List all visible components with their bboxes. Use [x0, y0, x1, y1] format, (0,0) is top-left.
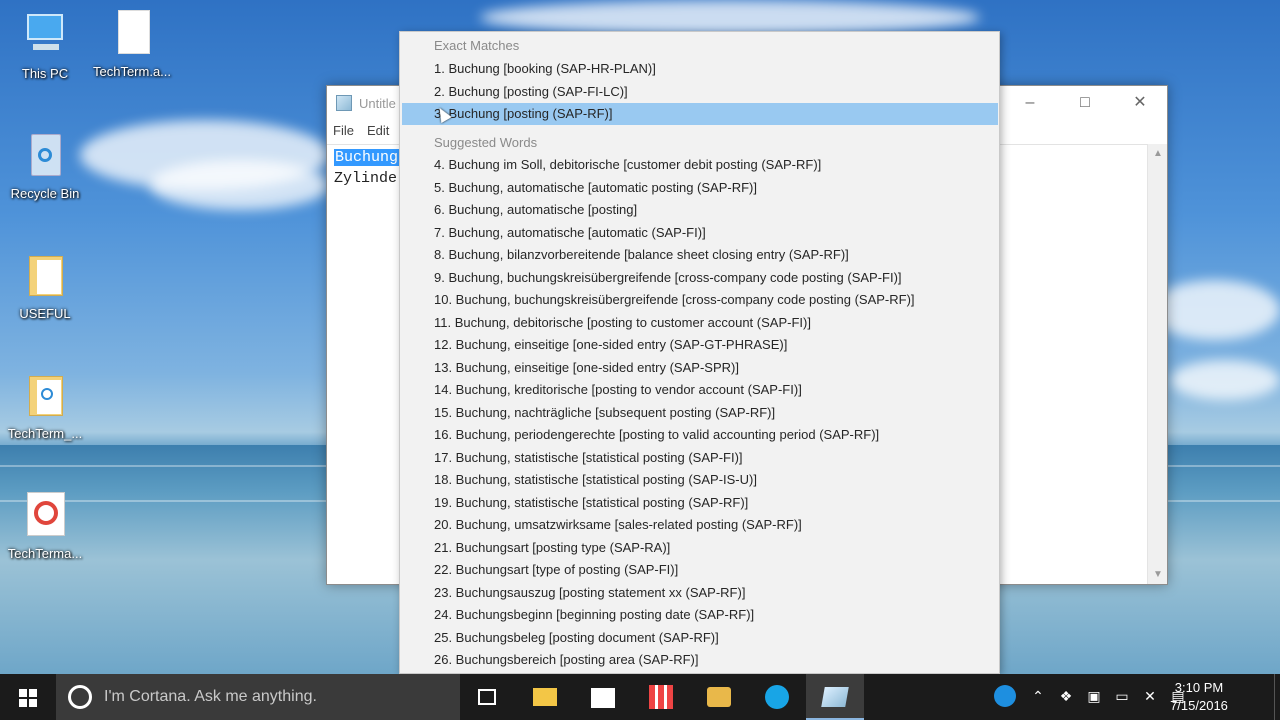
suggested-word-item[interactable]: 20. Buchung, umsatzwirksame [sales-relat… [402, 514, 998, 536]
vertical-scrollbar[interactable]: ▲ ▼ [1147, 144, 1167, 584]
desktop-icon-techterm-folder[interactable]: TechTerm_... [0, 372, 90, 441]
notification-app-icon[interactable] [994, 685, 1016, 707]
cloud [480, 0, 980, 35]
maximize-button[interactable]: □ [1062, 86, 1108, 120]
suggestion-dropdown: Exact Matches Suggested Words 1. Buchung… [399, 31, 1000, 674]
network-icon[interactable]: ▣ [1085, 687, 1103, 705]
task-view-icon [478, 689, 496, 705]
desktop-icon-label: TechTerm.a... [92, 64, 172, 79]
menu-file[interactable]: File [333, 123, 354, 138]
suggested-words-header: Suggested Words [434, 135, 538, 150]
close-button[interactable]: ✕ [1117, 86, 1163, 120]
text-line: Buchung [334, 149, 400, 166]
suggested-word-item[interactable]: 15. Buchung, nachträgliche [subsequent p… [402, 402, 998, 424]
store-button[interactable] [574, 674, 632, 720]
cloud [150, 160, 330, 210]
folder-icon [23, 252, 67, 300]
app-grid-button[interactable] [632, 674, 690, 720]
cloud [1170, 360, 1280, 400]
show-desktop-button[interactable] [1274, 674, 1280, 720]
computer-icon [23, 12, 67, 60]
suggested-word-item[interactable]: 26. Buchungsbereich [posting area (SAP-R… [402, 649, 998, 671]
exact-match-item[interactable]: 2. Buchung [posting (SAP-FI-LC)] [402, 81, 998, 103]
desktop-icon-techterma-app[interactable]: TechTerma... [0, 492, 90, 561]
suggested-word-item[interactable]: 11. Buchung, debitorische [posting to cu… [402, 312, 998, 334]
minimize-button[interactable]: – [1007, 86, 1053, 120]
document-icon [110, 10, 154, 58]
suggested-word-item[interactable]: 8. Buchung, bilanzvorbereitende [balance… [402, 244, 998, 266]
store-bag-icon [591, 688, 615, 708]
exact-match-item[interactable]: 1. Buchung [booking (SAP-HR-PLAN)] [402, 58, 998, 80]
suggested-word-item[interactable]: 12. Buchung, einseitige [one-sided entry… [402, 334, 998, 356]
suggested-word-item[interactable]: 21. Buchungsart [posting type (SAP-RA)] [402, 537, 998, 559]
suggested-word-item[interactable]: 16. Buchung, periodengerechte [posting t… [402, 424, 998, 446]
suggested-word-item[interactable]: 23. Buchungsauszug [posting statement xx… [402, 582, 998, 604]
envelope-icon [707, 687, 731, 707]
suggested-word-item[interactable]: 9. Buchung, buchungskreisübergreifende [… [402, 267, 998, 289]
selected-text: Buchung [334, 149, 400, 166]
exact-matches-header: Exact Matches [434, 38, 520, 53]
suggested-word-item[interactable]: 24. Buchungsbeginn [beginning posting da… [402, 604, 998, 626]
suggested-word-item[interactable]: 19. Buchung, statistische [statistical p… [402, 492, 998, 514]
notepad-taskbar-button[interactable] [806, 674, 864, 720]
desktop-icon-label: TechTerm_... [7, 426, 83, 441]
suggested-word-item[interactable]: 18. Buchung, statistische [statistical p… [402, 469, 998, 491]
suggested-word-item[interactable]: 4. Buchung im Soll, debitorische [custom… [402, 154, 998, 176]
suggested-word-item[interactable]: 6. Buchung, automatische [posting] [402, 199, 998, 221]
clock-date: 7/15/2016 [1170, 698, 1228, 713]
suggested-word-item[interactable]: 13. Buchung, einseitige [one-sided entry… [402, 357, 998, 379]
desktop-icon-label: This PC [21, 66, 69, 81]
desktop-icon-useful[interactable]: USEFUL [0, 252, 90, 321]
notepad-icon [821, 687, 849, 707]
start-button[interactable] [0, 674, 56, 720]
volume-muted-icon[interactable]: ✕ [1141, 687, 1159, 705]
suggested-word-item[interactable]: 10. Buchung, buchungskreisübergreifende … [402, 289, 998, 311]
skype-icon [765, 685, 789, 709]
file-explorer-button[interactable] [516, 674, 574, 720]
suggested-word-item[interactable]: 25. Buchungsbeleg [posting document (SAP… [402, 627, 998, 649]
desktop-icon-label: Recycle Bin [10, 186, 80, 201]
suggested-word-item[interactable]: 14. Buchung, kreditorische [posting to v… [402, 379, 998, 401]
chevron-up-icon[interactable]: ⌃ [1029, 687, 1047, 705]
clock-time: 3:10 PM [1174, 680, 1224, 695]
desktop-icon-label: TechTerma... [7, 546, 83, 561]
desktop-icon-techterm-a[interactable]: TechTerm.a... [87, 10, 177, 79]
recycle-bin-icon [23, 132, 67, 180]
desktop-icon-this-pc[interactable]: This PC [0, 12, 90, 81]
suggested-word-item[interactable]: 5. Buchung, automatische [automatic post… [402, 177, 998, 199]
grid-icon [649, 685, 673, 709]
scroll-up-icon[interactable]: ▲ [1148, 148, 1168, 159]
taskbar: I'm Cortana. Ask me anything. ⌃ ❖ ▣ ▭ ✕ … [0, 674, 1280, 720]
suggested-word-item[interactable]: 7. Buchung, automatische [automatic (SAP… [402, 222, 998, 244]
menu-edit[interactable]: Edit [367, 123, 389, 138]
mail-button[interactable] [690, 674, 748, 720]
task-view-button[interactable] [458, 674, 516, 720]
suggested-word-item[interactable]: 22. Buchungsart [type of posting (SAP-FI… [402, 559, 998, 581]
notepad-icon [336, 95, 352, 111]
cortana-search[interactable]: I'm Cortana. Ask me anything. [56, 674, 460, 720]
folder-icon [533, 688, 557, 706]
exact-match-item[interactable]: 3. Buchung [posting (SAP-RF)] [402, 103, 998, 125]
scroll-down-icon[interactable]: ▼ [1148, 569, 1168, 580]
cortana-icon [68, 685, 92, 709]
battery-icon[interactable]: ▭ [1113, 687, 1131, 705]
app-icon [23, 492, 67, 540]
window-title: Untitle [359, 96, 396, 111]
skype-button[interactable] [748, 674, 806, 720]
desktop-icon-label: USEFUL [19, 306, 71, 321]
cloud [1150, 280, 1280, 340]
desktop-icon-recycle-bin[interactable]: Recycle Bin [0, 132, 90, 201]
dropbox-icon[interactable]: ❖ [1057, 687, 1075, 705]
text-line: Zylinde [334, 170, 398, 187]
system-clock[interactable]: 3:10 PM 7/15/2016 [1167, 679, 1231, 715]
folder-icon [23, 372, 67, 420]
cortana-placeholder: I'm Cortana. Ask me anything. [104, 688, 317, 705]
suggested-word-item[interactable]: 17. Buchung, statistische [statistical p… [402, 447, 998, 469]
